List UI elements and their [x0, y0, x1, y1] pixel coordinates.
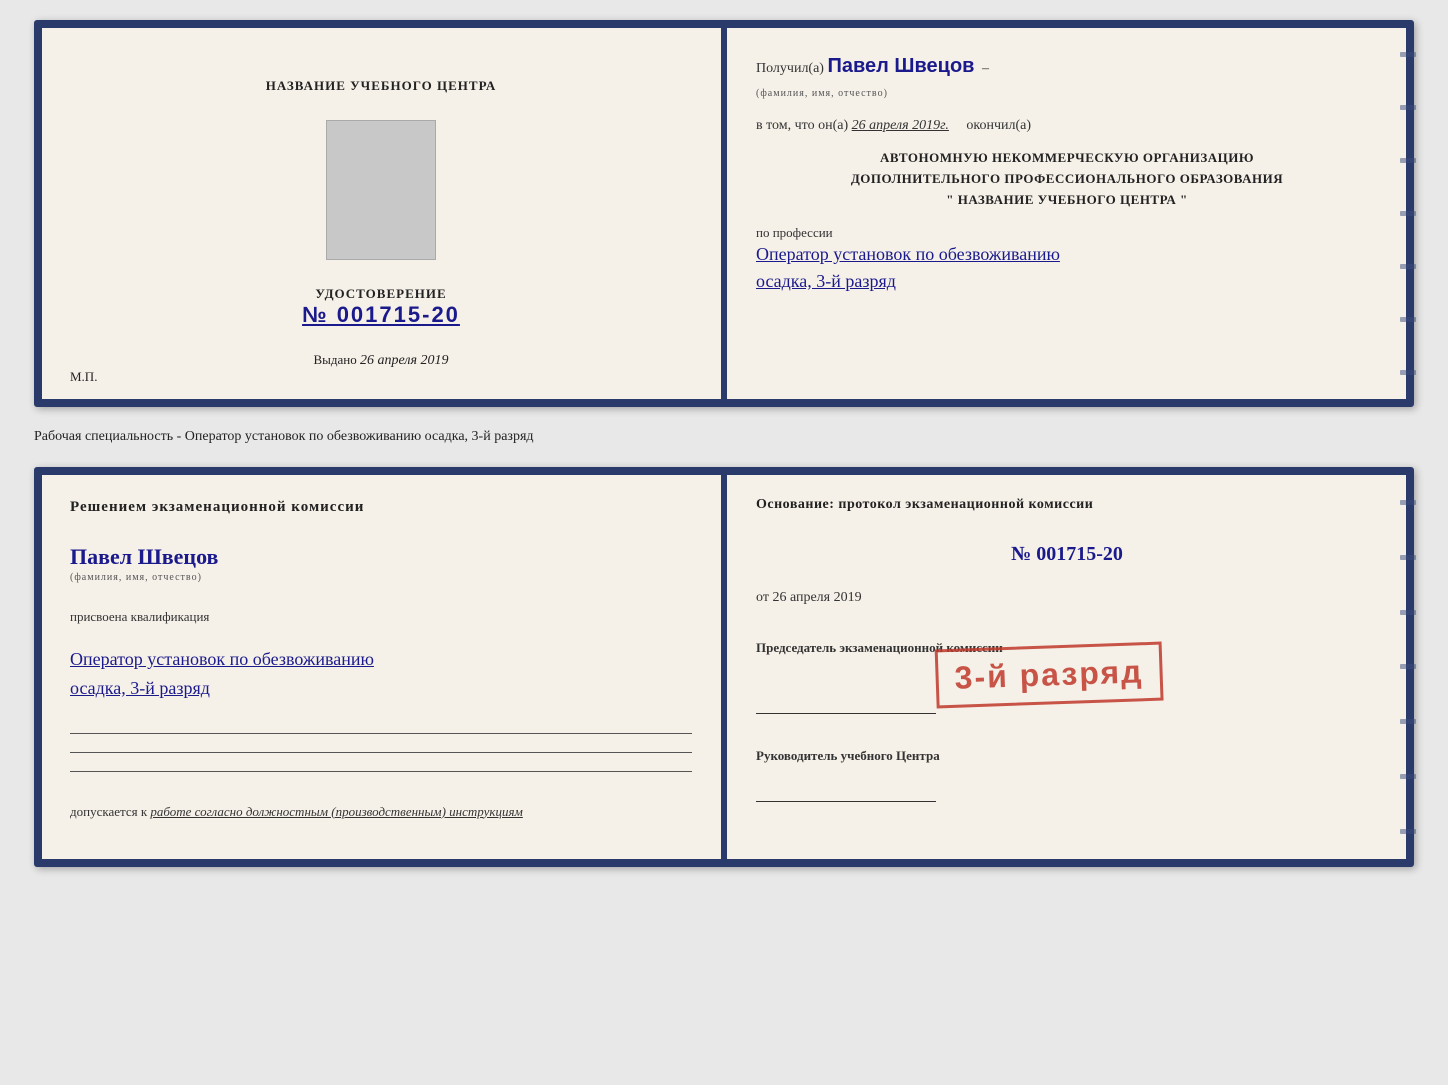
finished-label: окончил(а)	[966, 118, 1031, 133]
date-value: 26 апреля 2019г.	[852, 118, 949, 133]
basis-date: от 26 апреля 2019	[756, 590, 1378, 606]
basis-date-value: 26 апреля 2019	[772, 590, 861, 605]
profession-value-1: Оператор установок по обезвоживанию	[756, 241, 1378, 268]
allowed-label: допускается к	[70, 804, 147, 819]
doc1-right-panel: Получил(а) Павел Швецов – (фамилия, имя,…	[720, 28, 1406, 399]
doc2-person-block: Павел Швецов (фамилия, имя, отчество)	[70, 544, 218, 583]
right-edge-bars	[1400, 28, 1416, 399]
doc2-left-panel: Решением экзаменационной комиссии Павел …	[42, 475, 720, 859]
issued-label: Выдано	[314, 352, 357, 367]
doc1-dash1: –	[982, 61, 989, 76]
director-signature-line	[756, 782, 936, 802]
doc2-right-panel: Основание: протокол экзаменационной коми…	[720, 475, 1406, 859]
doc2-right-bar-6	[1400, 774, 1416, 779]
qualification-line2: осадка, 3-й разряд	[70, 674, 374, 703]
doc2-person-name: Павел Швецов	[70, 544, 218, 570]
doc2-right-bar-2	[1400, 555, 1416, 560]
allowed-value: работе согласно должностным (производств…	[150, 804, 522, 819]
profession-block: по профессии Оператор установок по обезв…	[756, 225, 1378, 295]
right-bar-1	[1400, 52, 1416, 57]
photo-placeholder	[326, 120, 436, 260]
basis-title: Основание: протокол экзаменационной коми…	[756, 497, 1378, 513]
doc2-right-bar-4	[1400, 664, 1416, 669]
issued-date: 26 апреля 2019	[360, 353, 448, 368]
right-bar-4	[1400, 211, 1416, 216]
page-container: НАЗВАНИЕ УЧЕБНОГО ЦЕНТРА УДОСТОВЕРЕНИЕ №…	[34, 20, 1414, 867]
doc1-training-center-title: НАЗВАНИЕ УЧЕБНОГО ЦЕНТРА	[266, 78, 497, 94]
doc2-right-bar-3	[1400, 610, 1416, 615]
org-line1: АВТОНОМНУЮ НЕКОММЕРЧЕСКУЮ ОРГАНИЗАЦИЮ	[756, 148, 1378, 169]
qualification-line1: Оператор установок по обезвоживанию	[70, 645, 374, 674]
document-2: Решением экзаменационной комиссии Павел …	[34, 467, 1414, 867]
qualification-label: присвоена квалификация	[70, 609, 209, 625]
chairman-signature-line	[756, 694, 936, 714]
date-label: в том, что он(а)	[756, 118, 848, 133]
right-bar-5	[1400, 264, 1416, 269]
cert-number-block: УДОСТОВЕРЕНИЕ № 001715-20	[302, 286, 460, 328]
doc2-right-bar-1	[1400, 500, 1416, 505]
right-bar-2	[1400, 105, 1416, 110]
profession-value-2: осадка, 3-й разряд	[756, 268, 1378, 295]
profession-label: по профессии	[756, 225, 1378, 241]
right-bar-3	[1400, 158, 1416, 163]
basis-number: № 001715-20	[756, 543, 1378, 566]
date-block: в том, что он(а) 26 апреля 2019г. окончи…	[756, 118, 1378, 134]
fio-sublabel: (фамилия, имя, отчество)	[756, 88, 888, 99]
basis-date-prefix: от	[756, 590, 769, 605]
right-bar-7	[1400, 370, 1416, 375]
doc2-qualification-block: Оператор установок по обезвоживанию осад…	[70, 645, 374, 703]
issued-line: Выдано 26 апреля 2019	[314, 352, 449, 369]
org-block: АВТОНОМНУЮ НЕКОММЕРЧЕСКУЮ ОРГАНИЗАЦИЮ ДО…	[756, 148, 1378, 210]
doc2-right-bar-5	[1400, 719, 1416, 724]
cert-number: № 001715-20	[302, 302, 460, 328]
doc2-right-bar-7	[1400, 829, 1416, 834]
doc2-right-edge-bars	[1400, 475, 1416, 859]
cert-label: УДОСТОВЕРЕНИЕ	[302, 286, 460, 302]
received-block: Получил(а) Павел Швецов – (фамилия, имя,…	[756, 50, 1378, 104]
signature-lines-left	[70, 729, 692, 776]
right-bar-6	[1400, 317, 1416, 322]
doc1-left-panel: НАЗВАНИЕ УЧЕБНОГО ЦЕНТРА УДОСТОВЕРЕНИЕ №…	[42, 28, 720, 399]
received-name: Павел Швецов	[827, 55, 974, 77]
doc2-fio-sublabel: (фамилия, имя, отчество)	[70, 572, 218, 583]
received-label: Получил(а)	[756, 61, 824, 76]
org-line3: " НАЗВАНИЕ УЧЕБНОГО ЦЕНТРА "	[756, 190, 1378, 211]
separator-text: Рабочая специальность - Оператор установ…	[34, 425, 1414, 449]
allowed-block: допускается к работе согласно должностны…	[70, 804, 523, 820]
mp-label: М.П.	[70, 369, 97, 385]
org-line2: ДОПОЛНИТЕЛЬНОГО ПРОФЕССИОНАЛЬНОГО ОБРАЗО…	[756, 169, 1378, 190]
director-label: Руководитель учебного Центра	[756, 748, 1378, 764]
document-1: НАЗВАНИЕ УЧЕБНОГО ЦЕНТРА УДОСТОВЕРЕНИЕ №…	[34, 20, 1414, 407]
decision-title: Решением экзаменационной комиссии	[70, 499, 364, 516]
stamp-3rd-grade: 3-й разряд	[935, 641, 1164, 708]
